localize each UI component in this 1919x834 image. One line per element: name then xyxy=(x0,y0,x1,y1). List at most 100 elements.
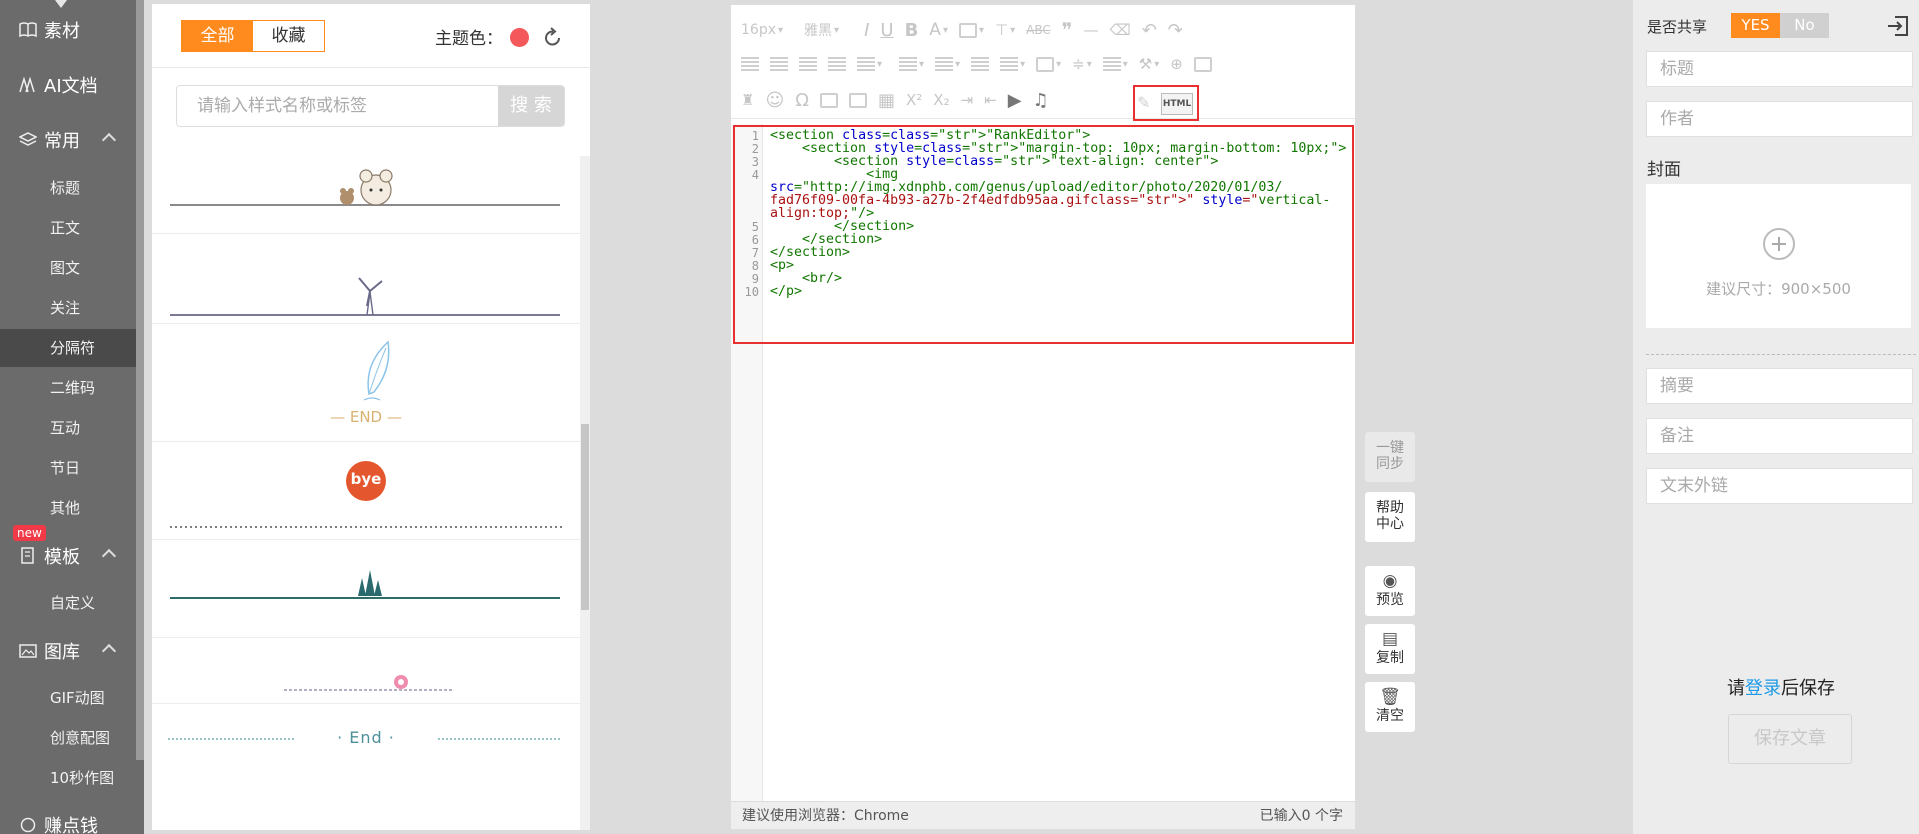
redo-icon[interactable]: ↷ xyxy=(1168,20,1183,41)
music-icon[interactable]: ♫ xyxy=(1033,90,1049,111)
style-tile-feather-end[interactable]: — END — xyxy=(152,324,580,442)
share-no[interactable]: No xyxy=(1780,13,1829,38)
style-tile-mice-divider[interactable] xyxy=(152,150,580,234)
heading-icon[interactable] xyxy=(1102,57,1128,71)
undo-icon[interactable]: ↶ xyxy=(1142,20,1157,41)
sidebar-scrollbar[interactable] xyxy=(136,0,144,760)
library-scrollbar[interactable] xyxy=(580,156,590,830)
paragraph-spacing-icon[interactable] xyxy=(971,57,990,71)
quote-icon[interactable]: ❞ xyxy=(1062,18,1073,42)
omega-icon[interactable]: Ω xyxy=(795,90,809,111)
sidebar-item-creative-images[interactable]: 创意配图 xyxy=(0,719,136,757)
sidebar-item-festival[interactable]: 节日 xyxy=(0,449,136,487)
paste-icon[interactable] xyxy=(1193,56,1212,72)
sidebar-item-custom[interactable]: 自定义 xyxy=(0,584,136,622)
style-search-input[interactable] xyxy=(177,86,497,126)
author-field[interactable] xyxy=(1646,101,1913,137)
align-right-icon[interactable] xyxy=(799,57,817,71)
chevron-up-icon[interactable] xyxy=(101,643,117,659)
sidebar-item-divider[interactable]: 分隔符 xyxy=(0,329,136,367)
theme-color-swatch[interactable] xyxy=(510,28,529,47)
subscript-icon[interactable]: X₂ xyxy=(933,91,949,109)
italic-icon[interactable]: I xyxy=(864,20,869,41)
sidebar-item-follow[interactable]: 关注 xyxy=(0,289,136,327)
note-field[interactable] xyxy=(1646,418,1913,454)
chevron-up-icon[interactable] xyxy=(101,132,117,148)
refresh-icon[interactable] xyxy=(542,26,564,48)
share-toggle[interactable]: YES No xyxy=(1731,13,1829,38)
eraser-icon[interactable]: ⌫ xyxy=(1109,21,1130,39)
ltr-icon[interactable]: ⇥ xyxy=(961,91,974,109)
unordered-list-icon[interactable] xyxy=(899,57,924,71)
underline-icon[interactable]: U xyxy=(880,20,893,41)
scrollbar-thumb[interactable] xyxy=(581,424,589,610)
bold-icon[interactable]: B xyxy=(905,20,919,41)
align-justify-icon[interactable] xyxy=(828,57,846,71)
one-click-sync-button[interactable]: 一键 同步 xyxy=(1365,432,1415,482)
sidebar-item-gif[interactable]: GIF动图 xyxy=(0,679,136,717)
chevron-up-icon[interactable] xyxy=(101,548,117,564)
line-height-icon[interactable]: ≑ xyxy=(1072,55,1092,73)
search-button[interactable]: 搜 索 xyxy=(498,86,564,126)
exit-icon[interactable] xyxy=(1885,13,1911,39)
tab-all[interactable]: 全部 xyxy=(182,21,253,51)
clear-label: 清空 xyxy=(1376,708,1404,724)
background-color-icon[interactable] xyxy=(958,22,984,38)
sidebar-item-interaction[interactable]: 互动 xyxy=(0,409,136,447)
nav-section-templates[interactable]: 模板 xyxy=(0,536,136,576)
code-highlight-box xyxy=(733,125,1354,344)
rtl-icon[interactable]: ⇤ xyxy=(984,91,997,109)
superscript-icon[interactable]: X² xyxy=(906,91,922,109)
letter-spacing-icon[interactable] xyxy=(1000,57,1025,71)
cover-upload[interactable]: 建议尺寸：900×500 xyxy=(1646,184,1911,328)
sidebar-item-image-text[interactable]: 图文 xyxy=(0,249,136,287)
copy-button[interactable]: ▤ 复制 xyxy=(1365,624,1415,674)
preview-button[interactable]: ◉ 预览 xyxy=(1365,566,1415,616)
title-field[interactable] xyxy=(1646,51,1913,87)
help-center-button[interactable]: 帮助 中心 xyxy=(1365,492,1415,542)
font-size-select[interactable]: 16px xyxy=(741,22,783,38)
nav-section-common[interactable]: 常用 xyxy=(0,120,136,160)
insert-image-icon[interactable] xyxy=(819,92,838,108)
save-article-button[interactable]: 保存文章 xyxy=(1728,714,1852,764)
font-family-select[interactable]: 雅黑 xyxy=(804,20,839,40)
style-tile-pin-divider[interactable] xyxy=(152,638,580,704)
align-center-icon[interactable] xyxy=(770,57,788,71)
nav-section-materials[interactable]: 素材 xyxy=(0,10,136,50)
sidebar-item-other[interactable]: 其他 xyxy=(0,489,136,527)
nav-section-earn[interactable]: 赚点钱 xyxy=(0,805,136,834)
sidebar-item-10s-design[interactable]: 10秒作图 xyxy=(0,759,136,797)
sidebar-item-body[interactable]: 正文 xyxy=(0,209,136,247)
strikethrough-icon[interactable]: ABC xyxy=(1026,23,1051,37)
table-icon[interactable]: ▦ xyxy=(878,90,895,111)
align-left-icon[interactable] xyxy=(741,57,759,71)
sidebar-item-title[interactable]: 标题 xyxy=(0,169,136,207)
tab-favorites[interactable]: 收藏 xyxy=(253,21,324,51)
footer-link-field[interactable] xyxy=(1646,468,1913,504)
share-yes[interactable]: YES xyxy=(1731,13,1780,38)
emoji-icon[interactable]: ☺ xyxy=(765,90,784,111)
magic-wand-icon[interactable]: ⚒ xyxy=(1139,55,1159,73)
code-editor[interactable]: 1 <section class=class="str">"RankEditor"… xyxy=(731,124,1355,804)
sidebar-item-qrcode[interactable]: 二维码 xyxy=(0,369,136,407)
format-brush-icon[interactable]: ⊤ xyxy=(995,21,1015,39)
style-tile-end-dotted[interactable]: · End · xyxy=(152,704,580,764)
video-icon[interactable]: ▶ xyxy=(1008,90,1022,111)
font-color-icon[interactable]: A xyxy=(929,20,948,40)
nav-section-ai-doc[interactable]: AI文档 xyxy=(0,65,136,105)
clear-button[interactable]: 🗑︎ 清空 xyxy=(1365,682,1415,732)
summary-field[interactable] xyxy=(1646,368,1913,404)
horizontal-rule-icon[interactable]: — xyxy=(1083,21,1098,39)
image-float-icon[interactable] xyxy=(1036,56,1061,72)
clear-format-icon[interactable]: ♜ xyxy=(741,91,754,109)
ordered-list-icon[interactable] xyxy=(935,57,960,71)
scroll-up-caret-icon[interactable] xyxy=(55,0,67,8)
find-replace-icon[interactable]: ⊕ xyxy=(1170,55,1183,73)
nav-section-gallery[interactable]: 图库 xyxy=(0,631,136,671)
indent-icon[interactable] xyxy=(857,57,882,71)
style-tile-trees-divider[interactable] xyxy=(152,540,580,638)
style-tile-bye[interactable]: bye xyxy=(152,442,580,540)
login-link[interactable]: 登录 xyxy=(1745,678,1781,699)
image-gallery-icon[interactable] xyxy=(848,92,867,108)
style-tile-windmill-divider[interactable] xyxy=(152,234,580,324)
